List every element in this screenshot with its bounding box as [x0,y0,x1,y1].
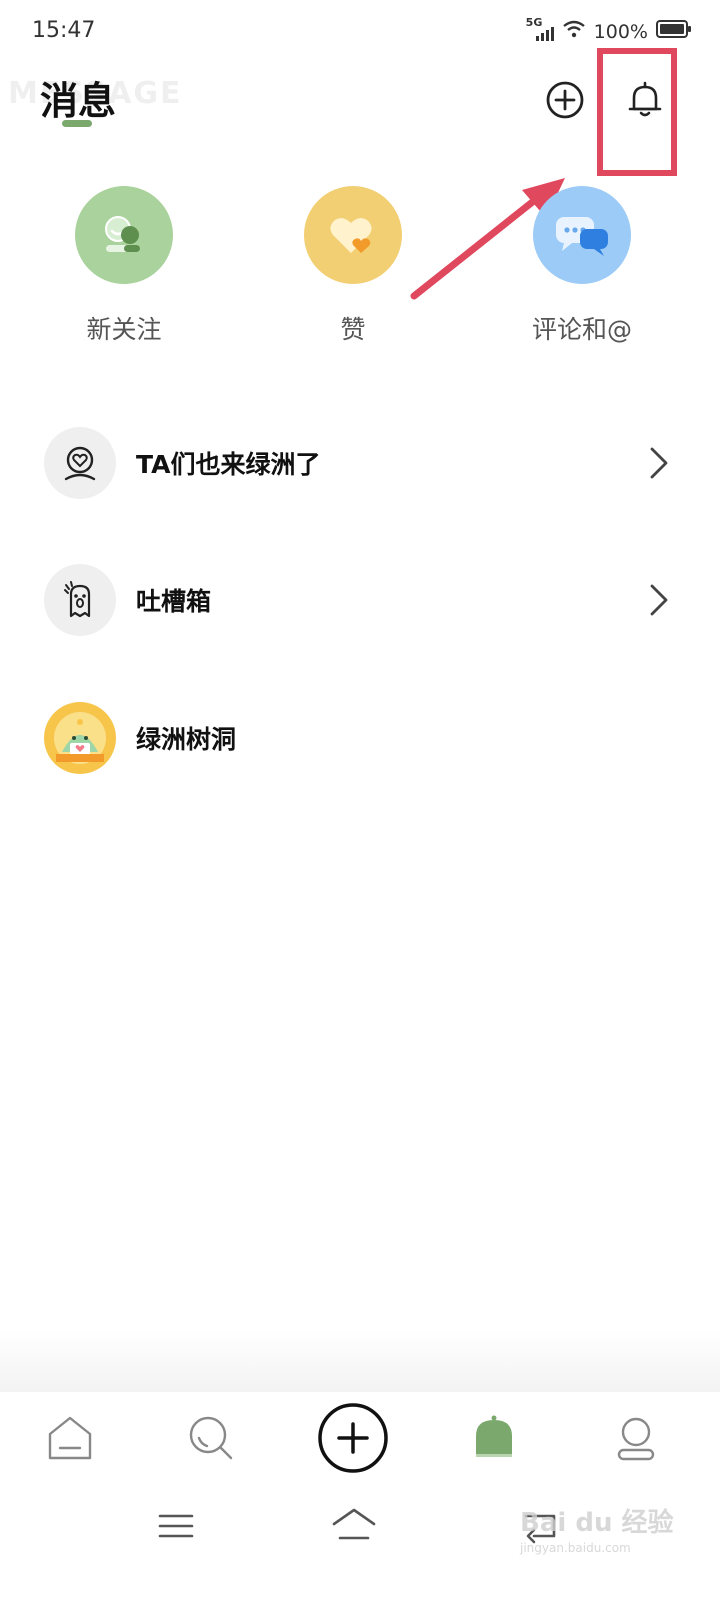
signal-icon: 5G [526,16,554,42]
system-home-icon[interactable] [330,1506,378,1548]
tab-message[interactable] [458,1402,530,1474]
list-item-tree-hole[interactable]: 绿洲树洞 [44,702,674,774]
tab-home[interactable] [34,1402,106,1474]
create-plus-icon [318,1403,388,1473]
heart-icon [304,186,402,284]
home-icon [48,1416,92,1460]
heart-person-icon [44,427,116,499]
menu-icon[interactable] [156,1508,196,1548]
comment-bubbles-icon [533,186,631,284]
system-navigation-bar: Bai du 经验 jingyan.baidu.com [0,1488,720,1600]
network-type: 5G [525,15,543,29]
tree-hole-icon [44,702,116,774]
quick-action-label: 评论和@ [531,315,632,344]
chevron-right-icon [644,443,674,483]
ghost-icon [44,564,116,636]
chevron-right-icon [644,580,674,620]
battery-percent: 100% [593,20,648,43]
tab-bar [0,1392,720,1484]
list-item-ta-joined[interactable]: TA们也来绿洲了 [44,427,674,499]
list-item-label: 吐槽箱 [136,587,212,616]
quick-action-likes[interactable]: 赞 [283,186,423,346]
add-button[interactable] [541,76,589,124]
battery-icon [656,20,692,43]
watermark-brand: Bai du 经验 [520,1508,674,1538]
plus-circle-icon [546,81,584,119]
list-item-complaint-box[interactable]: 吐槽箱 [44,564,674,636]
new-follower-icon [75,186,173,284]
watermark: Bai du 经验 jingyan.baidu.com [520,1502,674,1555]
message-icon [476,1415,512,1457]
tab-bar-shadow [0,1330,720,1392]
title-underline [62,120,92,127]
profile-icon [617,1417,655,1461]
discover-icon [189,1416,233,1460]
quick-action-comments[interactable]: 评论和@ [512,186,652,346]
status-time: 15:47 [32,18,96,43]
list-item-label: 绿洲树洞 [136,725,237,754]
page-title: 消息 [40,79,117,123]
tab-profile[interactable] [600,1402,672,1474]
wifi-icon [562,20,586,43]
quick-action-label: 新关注 [86,315,162,344]
status-icons: 5G 100% [526,16,692,43]
list-item-label: TA们也来绿洲了 [136,450,321,479]
tab-discover[interactable] [175,1402,247,1474]
tab-create[interactable] [317,1402,389,1474]
quick-action-new-follower[interactable]: 新关注 [54,186,194,346]
watermark-url: jingyan.baidu.com [520,1541,631,1555]
highlight-box [597,48,677,176]
quick-action-label: 赞 [340,315,366,344]
